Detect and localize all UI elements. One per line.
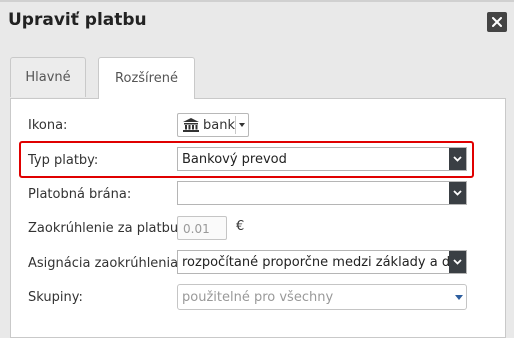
icon-label: Ikona: — [28, 118, 68, 133]
dropdown-button[interactable] — [449, 182, 466, 204]
rounding-placeholder: 0.01 — [183, 222, 210, 236]
gateway-label: Platobná brána: — [28, 187, 132, 202]
chevron-down-icon — [453, 156, 462, 162]
payment-type-label: Typ platby: — [28, 153, 99, 168]
rounding-assignment-value: rozpočítané proporčne medzi základy a da… — [182, 255, 467, 270]
currency-symbol: € — [236, 219, 245, 234]
icon-picker[interactable]: bank — [177, 113, 249, 137]
close-icon — [492, 17, 502, 27]
bank-icon — [183, 118, 199, 132]
icon-picker-value: bank — [203, 117, 235, 133]
top-border — [0, 0, 514, 2]
dropdown-button[interactable] — [449, 148, 466, 170]
close-button[interactable] — [487, 12, 507, 32]
gateway-select[interactable] — [177, 181, 467, 205]
payment-type-select[interactable]: Bankový prevod — [177, 147, 467, 171]
chevron-down-icon — [453, 259, 462, 265]
caret-down-icon — [455, 295, 463, 300]
groups-multiselect[interactable]: použitelné pro všechny — [177, 284, 467, 310]
rounding-assignment-select[interactable]: rozpočítané proporčne medzi základy a da… — [177, 250, 467, 274]
dropdown-button[interactable] — [449, 251, 466, 273]
groups-label: Skupiny: — [28, 290, 83, 305]
groups-placeholder: použitelné pro všechny — [182, 290, 334, 305]
payment-type-value: Bankový prevod — [182, 152, 287, 167]
rounding-label: Zaokrúhlenie za platbu: — [28, 221, 183, 236]
rounding-input[interactable]: 0.01 — [177, 216, 227, 240]
rounding-assignment-label: Asignácia zaokrúhlenia: — [28, 256, 183, 271]
tab-main[interactable]: Hlavné — [10, 57, 86, 97]
divider — [235, 116, 236, 134]
dialog-title: Upraviť platbu — [8, 10, 147, 30]
chevron-down-icon — [453, 190, 462, 196]
caret-down-icon — [239, 123, 245, 127]
tab-advanced[interactable]: Rozšírené — [98, 57, 195, 99]
